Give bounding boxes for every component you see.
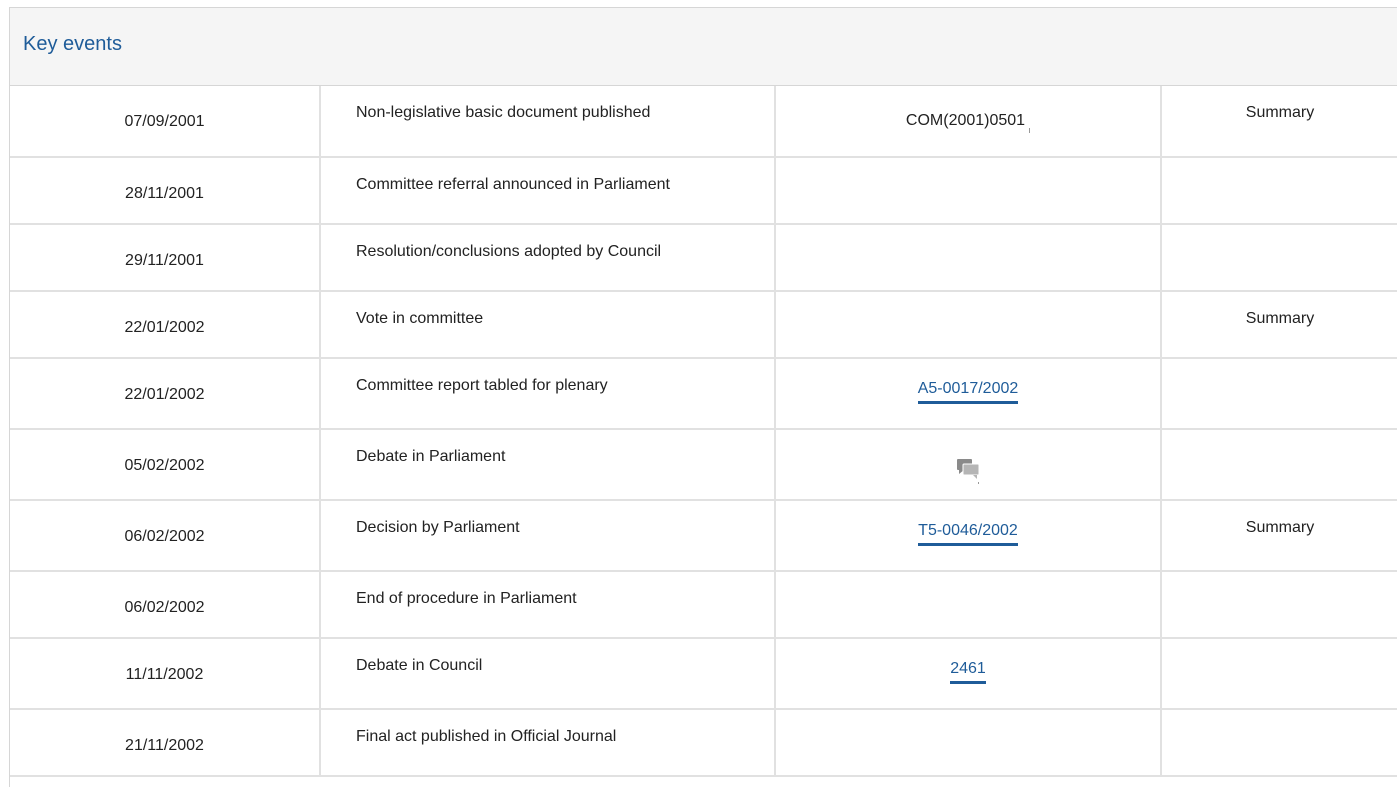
event-description: Debate in Parliament — [320, 429, 776, 501]
event-description: Resolution/conclusions adopted by Counci… — [320, 224, 776, 292]
event-summary-cell — [1161, 224, 1397, 292]
event-document-cell: A5-0017/2002 — [775, 358, 1162, 430]
divider-mark — [1029, 128, 1031, 133]
event-date: 06/02/2002 — [10, 571, 321, 639]
table-row: 06/02/2002 Decision by Parliament T5-0046/… — [10, 500, 1397, 572]
summary-label[interactable]: Summary — [1246, 307, 1314, 331]
key-events-panel: Key events 07/09/2001 Non-legislative bas… — [9, 7, 1397, 787]
event-summary-cell — [1161, 638, 1397, 710]
event-description: Committee report tabled for plenary — [320, 358, 776, 430]
document-link[interactable]: 2461 — [950, 657, 986, 684]
table-row: 29/11/2001 Resolution/conclusions adopted… — [10, 224, 1397, 292]
event-document-cell: T5-0046/2002 — [775, 500, 1162, 572]
event-document-cell — [775, 709, 1162, 777]
table-row: 22/01/2002 Committee report tabled for pl… — [10, 358, 1397, 430]
event-document-cell — [775, 291, 1162, 359]
table-row: 05/02/2002 Debate in Parliament — [10, 429, 1397, 501]
summary-label[interactable]: Summary — [1246, 101, 1314, 125]
table-row: 07/09/2001 Non-legislative basic document… — [10, 86, 1397, 158]
event-description: Non-legislative basic document published — [320, 86, 776, 158]
event-description: End of procedure in Parliament — [320, 571, 776, 639]
table-row: 11/11/2002 Debate in Council 2461 — [10, 638, 1397, 710]
panel-title: Key events — [23, 33, 122, 55]
event-date: 06/02/2002 — [10, 500, 321, 572]
event-date: 29/11/2001 — [10, 224, 321, 292]
event-summary-cell — [1161, 157, 1397, 225]
event-description: Debate in Council — [320, 638, 776, 710]
event-document-cell: COM(2001)0501 — [775, 86, 1162, 158]
event-date: 05/02/2002 — [10, 429, 321, 501]
event-document-cell — [775, 157, 1162, 225]
debate-speech-bubbles-icon[interactable] — [955, 456, 981, 484]
event-summary-cell: Summary — [1161, 86, 1397, 158]
event-summary-cell — [1161, 358, 1397, 430]
summary-label[interactable]: Summary — [1246, 516, 1314, 540]
document-link[interactable]: T5-0046/2002 — [918, 519, 1018, 546]
event-document-cell — [775, 571, 1162, 639]
event-document-cell — [775, 429, 1162, 501]
event-document-cell — [775, 224, 1162, 292]
event-description: Decision by Parliament — [320, 500, 776, 572]
panel-header: Key events — [10, 8, 1397, 86]
event-date: 22/01/2002 — [10, 358, 321, 430]
event-summary-cell — [1161, 709, 1397, 777]
document-link[interactable]: A5-0017/2002 — [917, 377, 1019, 404]
table-row: 28/11/2001 Committee referral announced i… — [10, 157, 1397, 225]
event-summary-cell: Summary — [1161, 291, 1397, 359]
event-document-cell: 2461 — [775, 638, 1162, 710]
table-row: 21/11/2002 Final act published in Officia… — [10, 709, 1397, 777]
document-reference: COM(2001)0501 — [905, 112, 1026, 129]
table-row: 22/01/2002 Vote in committee Summary — [10, 291, 1397, 359]
key-events-table: 07/09/2001 Non-legislative basic document… — [10, 86, 1397, 777]
event-date: 22/01/2002 — [10, 291, 321, 359]
event-description: Committee referral announced in Parliame… — [320, 157, 776, 225]
event-date: 07/09/2001 — [10, 86, 321, 158]
event-date: 21/11/2002 — [10, 709, 321, 777]
event-description: Final act published in Official Journal — [320, 709, 776, 777]
table-row: 06/02/2002 End of procedure in Parliament — [10, 571, 1397, 639]
event-date: 28/11/2001 — [10, 157, 321, 225]
event-summary-cell: Summary — [1161, 500, 1397, 572]
event-date: 11/11/2002 — [10, 638, 321, 710]
event-description: Vote in committee — [320, 291, 776, 359]
event-summary-cell — [1161, 571, 1397, 639]
event-summary-cell — [1161, 429, 1397, 501]
key-events-body: 07/09/2001 Non-legislative basic document… — [10, 86, 1397, 777]
